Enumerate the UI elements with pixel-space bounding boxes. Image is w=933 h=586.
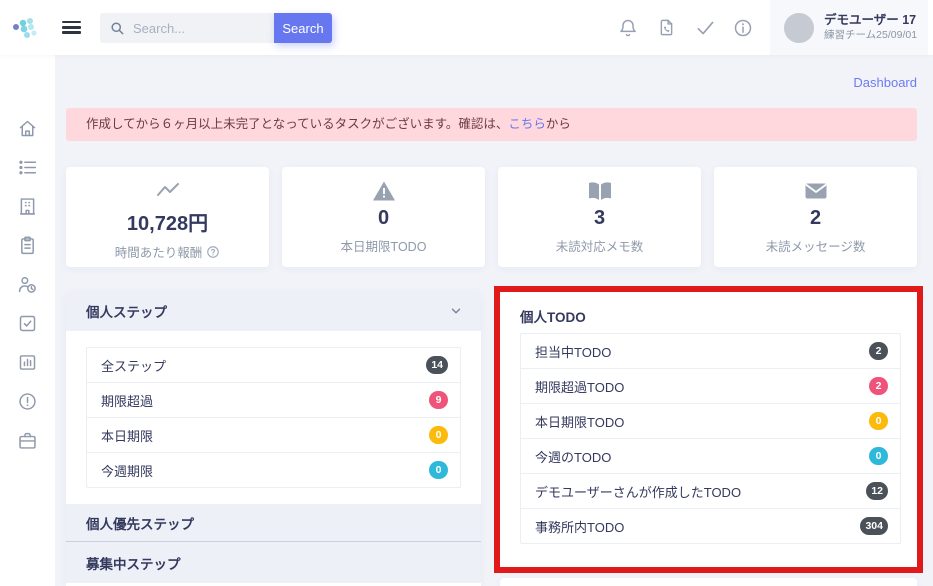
sidebar-item-user-clock-icon[interactable] (17, 274, 38, 295)
stat-card-unread-messages: 2 未読メッセージ数 (714, 167, 917, 267)
list-item[interactable]: デモユーザーさんが作成したTODO 12 (520, 473, 901, 509)
list-item[interactable]: 本日期限TODO 0 (520, 403, 901, 439)
info-icon[interactable] (733, 18, 753, 38)
sidebar-toggle-button[interactable] (62, 21, 81, 34)
unread-messages-value: 2 (714, 207, 917, 230)
user-name: デモユーザー 17 (824, 13, 917, 29)
list-item-label: 担当中TODO (535, 342, 611, 361)
search-input-container (100, 13, 274, 43)
count-badge: 2 (869, 342, 888, 360)
list-item-label: 本日期限TODO (535, 412, 624, 431)
hourly-reward-label: 時間あたり報酬 (115, 242, 203, 261)
list-item[interactable]: 期限超過 9 (86, 382, 461, 418)
search-icon (110, 21, 125, 36)
personal-steps-list: 全ステップ 14 期限超過 9 本日期限 0 今週期限 0 (86, 347, 461, 488)
unread-messages-label: 未読メッセージ数 (766, 236, 866, 255)
overdue-task-alert: 作成してから６ヶ月以上未完了となっているタスクがございます。確認は、こちらから (66, 108, 917, 141)
top-navbar: Search デモユーザー 17 練習チーム25/09/01 (0, 0, 933, 55)
personal-todo-list: 担当中TODO 2 期限超過TODO 2 本日期限TODO 0 今週のTODO … (520, 333, 901, 544)
sidebar-item-bar-chart-icon[interactable] (17, 352, 38, 373)
list-item[interactable]: 担当中TODO 2 (520, 333, 901, 369)
personal-steps-header[interactable]: 個人ステップ (66, 291, 481, 331)
count-badge: 304 (860, 517, 888, 535)
alert-text: 作成してから６ヶ月以上未完了となっているタスクがございます。確認は、 (86, 117, 508, 131)
list-item[interactable]: 事務所内TODO 304 (520, 508, 901, 544)
count-badge: 12 (866, 482, 888, 500)
left-sidebar (0, 55, 55, 586)
list-item-label: 今週のTODO (535, 447, 611, 466)
list-item-label: 期限超過TODO (535, 377, 624, 396)
list-item-label: 本日期限 (101, 426, 153, 445)
sidebar-item-check-square-icon[interactable] (17, 313, 38, 334)
app-logo-icon (10, 14, 42, 42)
stat-card-today-todo: 0 本日期限TODO (282, 167, 485, 267)
recruiting-steps-header[interactable]: 募集中ステップ (66, 542, 481, 583)
warning-triangle-icon (282, 180, 485, 202)
next-panel-top-edge (500, 578, 917, 586)
personal-steps-panel: 個人ステップ 全ステップ 14 期限超過 9 本日期限 0 今週期限 0 個人優… (66, 291, 481, 586)
list-item[interactable]: 期限超過TODO 2 (520, 368, 901, 404)
notifications-bell-icon[interactable] (618, 18, 638, 38)
sidebar-item-office-building-icon[interactable] (17, 196, 38, 217)
list-item-label: デモユーザーさんが作成したTODO (535, 482, 741, 501)
count-badge: 2 (869, 377, 888, 395)
count-badge: 0 (429, 426, 448, 444)
open-book-icon (498, 180, 701, 202)
list-item-label: 今週期限 (101, 461, 153, 480)
count-badge: 0 (869, 412, 888, 430)
sidebar-item-clipboard-icon[interactable] (17, 235, 38, 256)
report-file-icon[interactable] (657, 18, 677, 38)
sidebar-item-briefcase-icon[interactable] (17, 430, 38, 451)
list-item[interactable]: 今週期限 0 (86, 452, 461, 488)
trend-line-icon (66, 180, 269, 202)
sidebar-item-home-icon[interactable] (17, 118, 38, 139)
count-badge: 9 (429, 391, 448, 409)
unread-memos-label: 未読対応メモ数 (556, 236, 644, 255)
personal-todo-panel: 個人TODO 担当中TODO 2 期限超過TODO 2 本日期限TODO 0 今… (500, 292, 917, 567)
alert-kochira-link[interactable]: こちら (508, 117, 546, 131)
search-input[interactable] (133, 21, 263, 36)
hourly-reward-value: 10,728円 (66, 207, 269, 236)
help-icon[interactable] (206, 245, 220, 259)
list-item-label: 期限超過 (101, 391, 153, 410)
unread-memos-value: 3 (498, 207, 701, 230)
count-badge: 0 (869, 447, 888, 465)
sidebar-item-task-list-icon[interactable] (17, 157, 38, 178)
breadcrumb-dashboard[interactable]: Dashboard (853, 75, 917, 90)
user-avatar (784, 13, 814, 43)
today-todo-value: 0 (282, 207, 485, 230)
sidebar-item-alert-circle-icon[interactable] (17, 391, 38, 412)
stat-card-unread-memos: 3 未読対応メモ数 (498, 167, 701, 267)
tasks-check-icon[interactable] (696, 20, 716, 40)
envelope-icon (714, 180, 917, 202)
today-todo-label: 本日期限TODO (341, 236, 427, 255)
list-item[interactable]: 今週のTODO 0 (520, 438, 901, 474)
personal-todo-title: 個人TODO (500, 292, 917, 333)
personal-priority-steps-header[interactable]: 個人優先ステップ (66, 504, 481, 541)
search-button[interactable]: Search (274, 13, 332, 43)
stat-card-hourly-reward: 10,728円 時間あたり報酬 (66, 167, 269, 267)
user-profile-menu[interactable]: デモユーザー 17 練習チーム25/09/01 (770, 0, 928, 55)
red-highlight-annotation: 個人TODO 担当中TODO 2 期限超過TODO 2 本日期限TODO 0 今… (494, 286, 923, 573)
chevron-down-icon (449, 304, 463, 318)
user-team: 練習チーム25/09/01 (824, 29, 917, 42)
list-item[interactable]: 全ステップ 14 (86, 347, 461, 383)
list-item-label: 全ステップ (101, 356, 166, 375)
list-item-label: 事務所内TODO (535, 517, 624, 536)
personal-steps-title: 個人ステップ (86, 301, 167, 321)
count-badge: 14 (426, 356, 448, 374)
count-badge: 0 (429, 461, 448, 479)
list-item[interactable]: 本日期限 0 (86, 417, 461, 453)
